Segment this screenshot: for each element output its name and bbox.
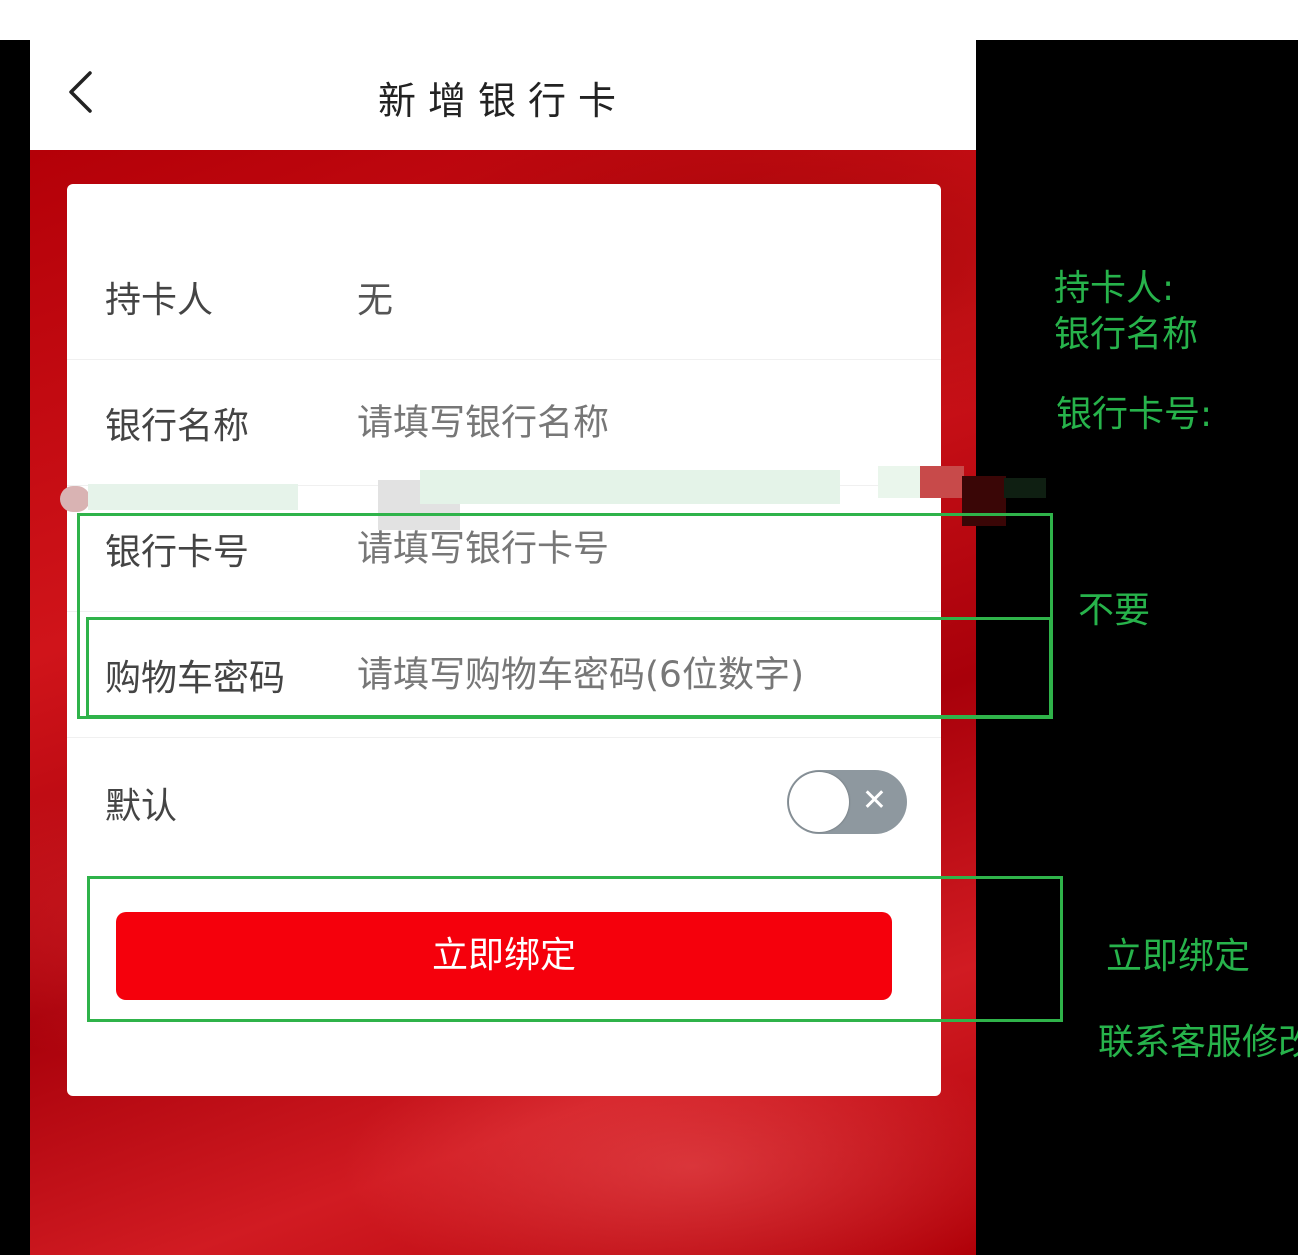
bank-name-input[interactable]	[357, 402, 917, 444]
redaction-mark	[1004, 478, 1046, 498]
annotation-remove-note: 不要	[1078, 590, 1151, 631]
redaction-mark	[88, 484, 298, 510]
redaction-mark	[920, 466, 964, 498]
annotation-holder-note: 持卡人:	[1054, 268, 1175, 309]
redaction-mark	[878, 466, 922, 498]
redaction-mark	[420, 470, 840, 504]
default-toggle[interactable]: ✕	[787, 770, 907, 834]
holder-label: 持卡人	[105, 280, 214, 321]
annotation-bank-name-note: 银行名称	[1054, 314, 1199, 355]
page-title: 新增银行卡	[377, 79, 628, 123]
annotation-box-password	[86, 617, 1052, 718]
default-label: 默认	[105, 786, 178, 827]
close-x-icon: ✕	[861, 783, 887, 818]
toggle-knob	[789, 772, 849, 832]
row-divider	[67, 737, 941, 738]
annotation-card-number-note: 银行卡号:	[1056, 394, 1213, 435]
holder-value: 无	[357, 280, 394, 321]
left-black-border	[0, 40, 30, 1255]
holder-row: 持卡人 无	[67, 234, 941, 360]
annotation-contact-note: 联系客服修改	[1098, 1022, 1298, 1063]
header-bar: 新增银行卡	[30, 40, 976, 150]
redaction-mark	[60, 486, 90, 512]
annotation-bind-note: 立即绑定	[1106, 936, 1251, 977]
annotation-box-bind	[87, 876, 1063, 1022]
bank-name-row: 银行名称	[67, 360, 941, 486]
bank-name-label: 银行名称	[105, 406, 250, 447]
